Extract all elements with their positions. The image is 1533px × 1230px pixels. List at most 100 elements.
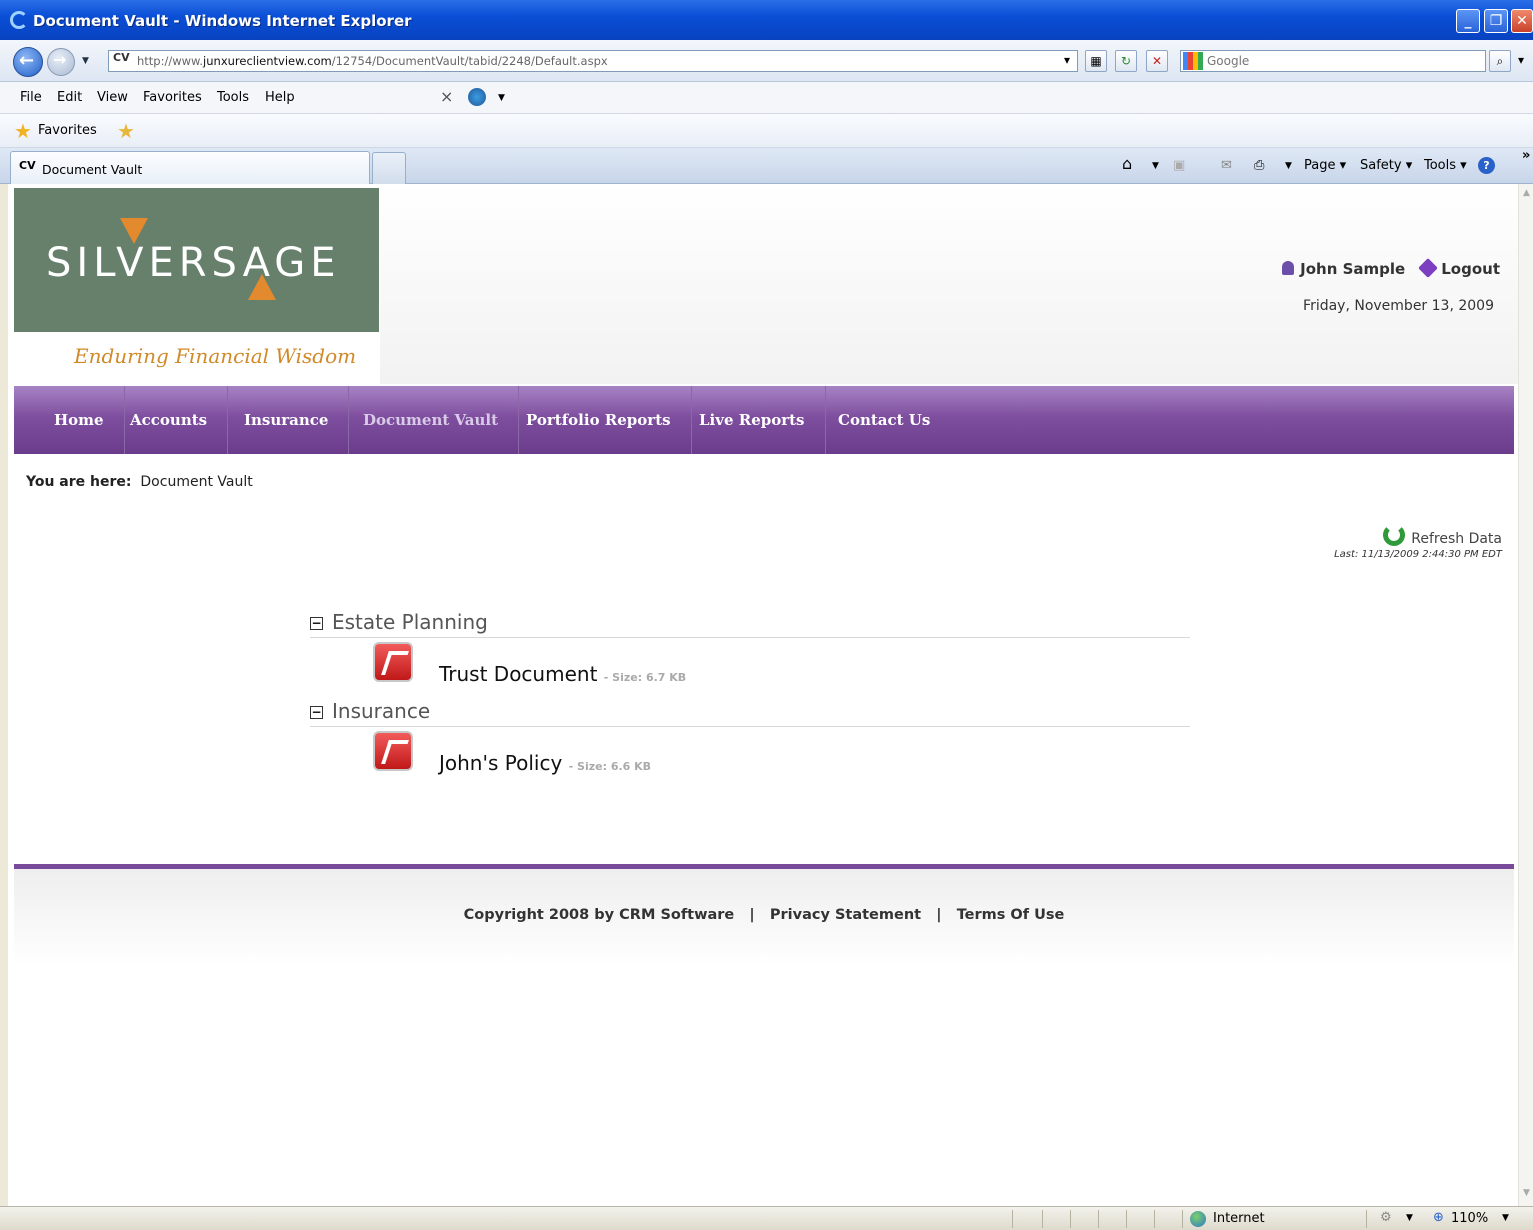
close-button[interactable]: ✕ [1511,9,1533,33]
compatibility-view-icon[interactable]: ▦ [1085,50,1107,72]
security-zone[interactable]: Internet [1213,1211,1265,1226]
print-icon[interactable]: ⎙ [1254,158,1264,173]
nav-accounts[interactable]: Accounts [110,386,229,454]
logout-icon [1418,258,1439,278]
copyright-text: Copyright 2008 by CRM Software [463,907,735,923]
status-bar: Internet ⚙ ▼ ⊕ 110% ▼ [0,1206,1533,1230]
page-viewport: SILVERSAGE Enduring Financial Wisdom Joh… [8,184,1518,1206]
address-dropdown-icon[interactable]: ▾ [1058,50,1076,72]
logout-link[interactable]: Logout [1441,260,1500,278]
folder-title[interactable]: Insurance [332,699,430,723]
minimize-button[interactable]: _ [1456,9,1480,33]
protected-mode-icon[interactable]: ⚙ [1380,1210,1392,1225]
pdf-icon[interactable] [373,731,413,771]
tab-title: Document Vault [42,162,143,177]
footer: Copyright 2008 by CRM Software | Privacy… [14,869,1514,965]
menu-view[interactable]: View [97,90,128,105]
breadcrumb-current[interactable]: Document Vault [140,474,252,490]
zoom-level[interactable]: 110% [1451,1211,1488,1226]
history-dropdown-icon[interactable]: ▼ [82,56,89,66]
add-favorite-icon[interactable]: ★ [117,119,135,143]
back-button[interactable] [13,47,43,77]
nav-portfolio-reports[interactable]: Portfolio Reports [506,386,692,454]
privacy-statement-link[interactable]: Privacy Statement [770,907,921,923]
brand-tagline: Enduring Financial Wisdom [74,344,357,368]
help-icon[interactable]: ? [1478,157,1495,174]
stop-icon[interactable]: ✕ [1146,50,1168,72]
page-menu[interactable]: Page ▾ [1304,158,1346,173]
user-icon [1282,261,1295,275]
address-bar[interactable]: CV http://www.junxureclientview.com/1275… [108,50,1078,72]
document-link[interactable]: John's Policy [439,751,562,775]
nav-insurance[interactable]: Insurance [224,386,350,454]
menu-tools[interactable]: Tools [217,90,249,105]
pdf-icon[interactable] [373,642,413,682]
menu-help[interactable]: Help [265,90,295,105]
breadcrumb-prefix: You are here: [26,474,132,490]
address-url[interactable]: http://www.junxureclientview.com/12754/D… [137,54,608,68]
search-input[interactable] [1207,53,1477,69]
overflow-chevron-icon[interactable]: » [1522,148,1530,163]
document-size: - Size: 6.6 KB [568,760,652,773]
addon-dropdown-icon[interactable]: ▼ [498,93,505,103]
nav-live-reports[interactable]: Live Reports [679,386,826,454]
print-dropdown-icon[interactable]: ▼ [1285,161,1292,171]
window-title: Document Vault - Windows Internet Explor… [33,12,412,30]
home-icon[interactable]: ⌂ [1122,154,1132,173]
current-date: Friday, November 13, 2009 [1303,298,1494,314]
safety-menu[interactable]: Safety ▾ [1360,158,1412,173]
zoom-dropdown-icon[interactable]: ▼ [1502,1213,1509,1223]
menu-bar: File Edit View Favorites Tools Help × ▼ [0,82,1533,114]
nav-document-vault[interactable]: Document Vault [343,386,520,454]
scroll-up-icon[interactable]: ▲ [1520,188,1533,202]
main-nav: Home Accounts Insurance Document Vault P… [14,386,1514,454]
restore-button[interactable]: ❐ [1484,9,1508,33]
tab-document-vault[interactable]: CV Document Vault [10,151,370,184]
nav-contact-us[interactable]: Contact Us [818,386,950,454]
refresh-data: Refresh Data Last: 11/13/2009 2:44:30 PM… [1334,524,1502,560]
toolbar-addon-icon[interactable] [468,88,486,106]
collapse-icon[interactable]: − [310,706,323,719]
forward-button[interactable] [47,48,75,76]
folder-estate-planning: − Estate Planning [310,608,1190,638]
zoom-icon[interactable]: ⊕ [1433,1210,1444,1225]
tools-menu[interactable]: Tools ▾ [1424,158,1467,173]
window-title-bar: Document Vault - Windows Internet Explor… [0,0,1533,40]
new-tab-button[interactable] [372,152,406,184]
favorites-bar: ★ Favorites ★ [0,114,1533,148]
tab-bar: CV Document Vault ⌂ ▼ ▣ ✉ ⎙ ▼ Page ▾ Saf… [0,148,1533,184]
menu-edit[interactable]: Edit [57,90,82,105]
terms-of-use-link[interactable]: Terms Of Use [957,907,1065,923]
vertical-scrollbar[interactable]: ▲ ▼ [1518,184,1533,1206]
document-size: - Size: 6.7 KB [603,671,687,684]
refresh-icon[interactable] [1383,524,1406,546]
address-toolbar: ▼ CV http://www.junxureclientview.com/12… [0,40,1533,82]
document-link[interactable]: Trust Document [439,662,597,686]
breadcrumb: You are here: Document Vault [26,474,253,490]
home-dropdown-icon[interactable]: ▼ [1152,161,1159,171]
tab-favicon: CV [19,159,36,172]
google-icon [1183,52,1203,70]
refresh-data-link[interactable]: Refresh Data [1411,531,1502,547]
search-box[interactable] [1180,50,1486,72]
mail-icon[interactable]: ✉ [1221,158,1232,173]
feeds-icon[interactable]: ▣ [1173,158,1185,173]
menu-favorites[interactable]: Favorites [143,90,202,105]
search-options-icon[interactable]: ▾ [1513,50,1529,72]
refresh-page-icon[interactable]: ↻ [1115,50,1137,72]
favorites-star-icon[interactable]: ★ [14,119,32,143]
folder-title[interactable]: Estate Planning [332,610,488,634]
scroll-down-icon[interactable]: ▼ [1520,1188,1533,1202]
search-icon[interactable]: ⌕ [1489,50,1511,72]
favorites-button[interactable]: Favorites [38,123,97,138]
folder-insurance: − Insurance [310,697,1190,727]
user-links: John Sample Logout [1282,258,1500,278]
site-logo[interactable]: SILVERSAGE [14,188,379,332]
collapse-icon[interactable]: − [310,617,323,630]
close-toolbar-icon[interactable]: × [440,87,453,106]
menu-file[interactable]: File [20,90,42,105]
protected-mode-dropdown-icon[interactable]: ▼ [1406,1213,1413,1223]
brand-name: SILVERSAGE [46,240,341,286]
footer-separator: | [936,907,942,923]
user-name-link[interactable]: John Sample [1300,260,1405,278]
